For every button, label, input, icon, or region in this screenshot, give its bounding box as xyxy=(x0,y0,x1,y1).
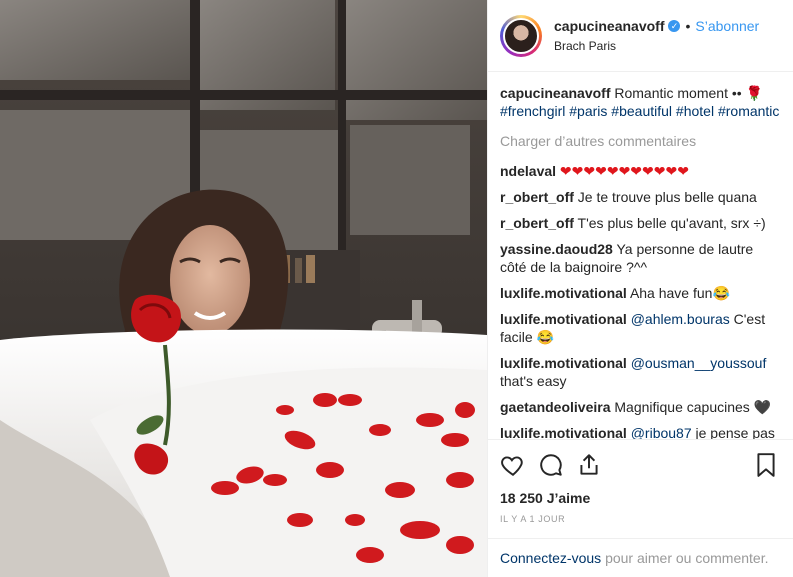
hashtag-link[interactable]: #romantic xyxy=(718,103,779,119)
separator-dot: • xyxy=(685,17,691,34)
hashtag-link[interactable]: #hotel xyxy=(676,103,714,119)
verified-icon: ✓ xyxy=(668,19,681,32)
post-header: capucineanavoff ✓ • S’abonner Brach Pari… xyxy=(488,0,793,72)
load-more-comments-button[interactable]: Charger d’autres commentaires xyxy=(500,132,783,150)
comment-text: ❤❤❤❤❤❤❤❤❤❤❤ xyxy=(559,163,689,179)
mention-link[interactable]: @ribou87 xyxy=(631,425,692,439)
side-panel: capucineanavoff ✓ • S’abonner Brach Pari… xyxy=(487,0,793,577)
comment-text: Aha have fun😂 xyxy=(629,285,730,301)
comment-username[interactable]: yassine.daoud28 xyxy=(500,241,613,257)
comment-item: r_obert_off Je te trouve plus belle quan… xyxy=(500,186,783,208)
comment-text: that's easy xyxy=(500,373,567,389)
caption: capucineanavoff Romantic moment •• 🌹 #fr… xyxy=(500,84,783,120)
post-age: IL Y A 1 JOUR xyxy=(500,514,566,524)
mention-link[interactable]: @ahlem.bouras xyxy=(631,311,730,327)
comment-item: r_obert_off T'es plus belle qu'avant, sr… xyxy=(500,212,783,234)
follow-button[interactable]: S’abonner xyxy=(695,17,759,35)
share-icon[interactable] xyxy=(576,452,604,480)
comment-username[interactable]: luxlife.motivational xyxy=(500,311,627,327)
comment-username[interactable]: r_obert_off xyxy=(500,215,574,231)
header-username[interactable]: capucineanavoff xyxy=(554,17,664,35)
bookmark-icon[interactable] xyxy=(753,452,781,480)
comment-username[interactable]: luxlife.motivational xyxy=(500,355,627,371)
comment-item: luxlife.motivational @ribou87 je pense p… xyxy=(500,422,783,439)
avatar-image xyxy=(503,17,539,54)
header-info: capucineanavoff ✓ • S’abonner Brach Pari… xyxy=(554,17,759,55)
login-link[interactable]: Connectez-vous xyxy=(500,550,601,566)
post-container: capucineanavoff ✓ • S’abonner Brach Pari… xyxy=(0,0,793,577)
action-spacer xyxy=(614,452,753,480)
likes-count[interactable]: 18 250 J’aime xyxy=(500,490,781,506)
bath-photo xyxy=(0,0,487,577)
hashtag-link[interactable]: #beautiful xyxy=(611,103,672,119)
comment-item: ndelaval ❤❤❤❤❤❤❤❤❤❤❤ xyxy=(500,160,783,182)
heart-icon[interactable] xyxy=(500,452,528,480)
comment-item: luxlife.motivational Aha have fun😂 xyxy=(500,282,783,304)
caption-username[interactable]: capucineanavoff xyxy=(500,85,610,101)
action-icons xyxy=(500,446,781,486)
caption-text: Romantic moment •• 🌹 xyxy=(614,85,763,101)
comment-icon[interactable] xyxy=(538,452,566,480)
login-prompt: Connectez-vous pour aimer ou commenter. xyxy=(488,538,793,577)
comment-item: gaetandeoliveira Magnifique capucines 🖤 xyxy=(500,396,783,418)
comment-username[interactable]: r_obert_off xyxy=(500,189,574,205)
comment-item: luxlife.motivational @ousman__youssouf t… xyxy=(500,352,783,392)
comment-text: Magnifique capucines 🖤 xyxy=(614,399,772,415)
comment-text: T'es plus belle qu'avant, srx ÷) xyxy=(577,215,766,231)
comment-username[interactable]: gaetandeoliveira xyxy=(500,399,611,415)
location-link[interactable]: Brach Paris xyxy=(554,37,759,55)
comment-item: yassine.daoud28 Ya personne de lautre cô… xyxy=(500,238,783,278)
comment-username[interactable]: luxlife.motivational xyxy=(500,285,627,301)
comments-area[interactable]: capucineanavoff Romantic moment •• 🌹 #fr… xyxy=(488,72,793,439)
post-photo[interactable] xyxy=(0,0,487,577)
login-text: pour aimer ou commenter. xyxy=(605,550,769,566)
hashtag-link[interactable]: #paris xyxy=(569,103,607,119)
comment-text: Je te trouve plus belle quana xyxy=(577,189,757,205)
comment-username[interactable]: luxlife.motivational xyxy=(500,425,627,439)
action-bar: 18 250 J’aime IL Y A 1 JOUR xyxy=(488,439,793,524)
mention-link[interactable]: @ousman__youssouf xyxy=(631,355,767,371)
comment-item: luxlife.motivational @ahlem.bouras C'est… xyxy=(500,308,783,348)
comment-username[interactable]: ndelaval xyxy=(500,163,556,179)
hashtag-link[interactable]: #frenchgirl xyxy=(500,103,565,119)
avatar[interactable] xyxy=(500,14,542,57)
